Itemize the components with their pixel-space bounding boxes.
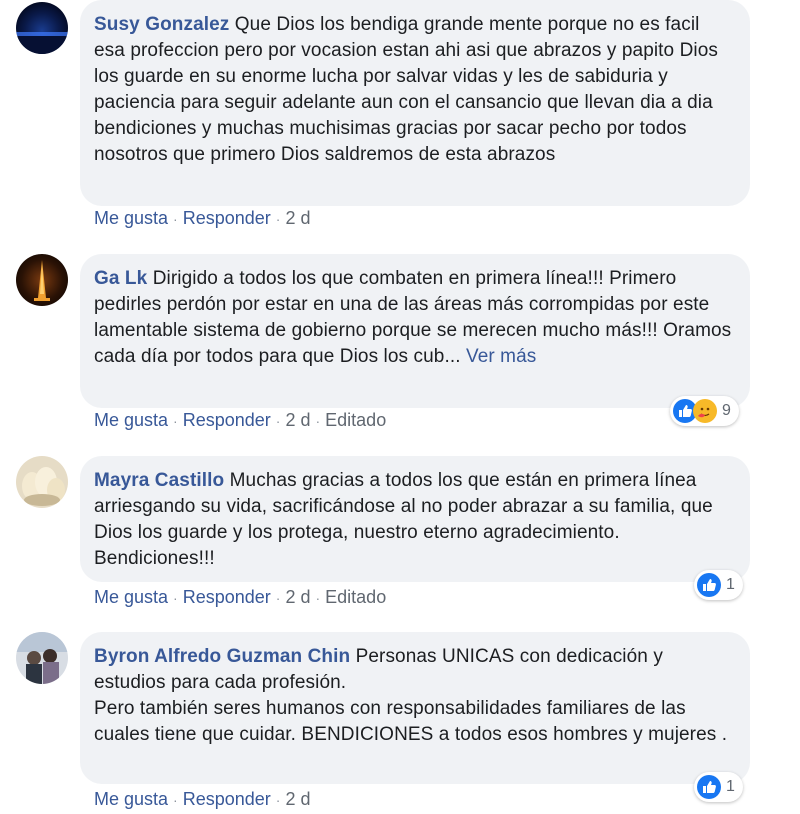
comment-actions: Me gusta · Responder · 2 d [94, 789, 310, 810]
comment-bubble: Ga Lk Dirigido a todos los que combaten … [80, 254, 750, 408]
avatar[interactable] [16, 456, 68, 508]
like-icon [697, 573, 721, 597]
comment-author[interactable]: Mayra Castillo [94, 470, 224, 491]
separator-dot: · [315, 589, 321, 606]
like-icon [697, 775, 721, 799]
reply-link[interactable]: Responder [183, 789, 271, 810]
separator-dot: · [275, 210, 281, 227]
reaction-count: 9 [722, 402, 731, 419]
care-icon [693, 399, 717, 423]
like-link[interactable]: Me gusta [94, 208, 168, 229]
like-link[interactable]: Me gusta [94, 410, 168, 431]
edited-label[interactable]: Editado [325, 587, 386, 608]
comment-timestamp[interactable]: 2 d [285, 208, 310, 229]
comment-author[interactable]: Susy Gonzalez [94, 14, 229, 35]
reactions-summary[interactable]: 1 [694, 772, 743, 802]
avatar[interactable] [16, 254, 68, 306]
avatar[interactable] [16, 632, 68, 684]
separator-dot: · [275, 412, 281, 429]
comment-author[interactable]: Ga Lk [94, 268, 147, 289]
like-link[interactable]: Me gusta [94, 789, 168, 810]
comment-bubble: Byron Alfredo Guzman Chin Personas UNICA… [80, 632, 750, 784]
separator-dot: · [173, 589, 178, 606]
comment-text: Que Dios los bendiga grande mente porque… [94, 14, 719, 165]
comment-timestamp[interactable]: 2 d [285, 410, 310, 431]
comment-timestamp[interactable]: 2 d [285, 587, 310, 608]
see-more-link[interactable]: Ver más [466, 346, 536, 367]
separator-dot: · [173, 412, 178, 429]
comment-text: Dirigido a todos los que combaten en pri… [94, 268, 732, 367]
comment-author[interactable]: Byron Alfredo Guzman Chin [94, 646, 350, 667]
like-link[interactable]: Me gusta [94, 587, 168, 608]
comment-actions: Me gusta · Responder · 2 d · Editado [94, 587, 386, 608]
reply-link[interactable]: Responder [183, 587, 271, 608]
comment-bubble: Susy Gonzalez Que Dios los bendiga grand… [80, 0, 750, 206]
reply-link[interactable]: Responder [183, 410, 271, 431]
reaction-count: 1 [726, 778, 735, 795]
comment-actions: Me gusta · Responder · 2 d · Editado [94, 410, 386, 431]
comment-timestamp[interactable]: 2 d [285, 789, 310, 810]
reactions-summary[interactable]: 1 [694, 570, 743, 600]
separator-dot: · [315, 412, 321, 429]
separator-dot: · [275, 589, 281, 606]
reactions-summary[interactable]: 9 [670, 396, 739, 426]
reaction-count: 1 [726, 576, 735, 593]
edited-label[interactable]: Editado [325, 410, 386, 431]
comment-actions: Me gusta · Responder · 2 d [94, 208, 310, 229]
separator-dot: · [173, 791, 178, 808]
reply-link[interactable]: Responder [183, 208, 271, 229]
separator-dot: · [275, 791, 281, 808]
comment-bubble: Mayra Castillo Muchas gracias a todos lo… [80, 456, 750, 582]
comment-text-line: Pero también seres humanos con responsab… [94, 698, 728, 745]
separator-dot: · [173, 210, 178, 227]
avatar[interactable] [16, 2, 68, 54]
